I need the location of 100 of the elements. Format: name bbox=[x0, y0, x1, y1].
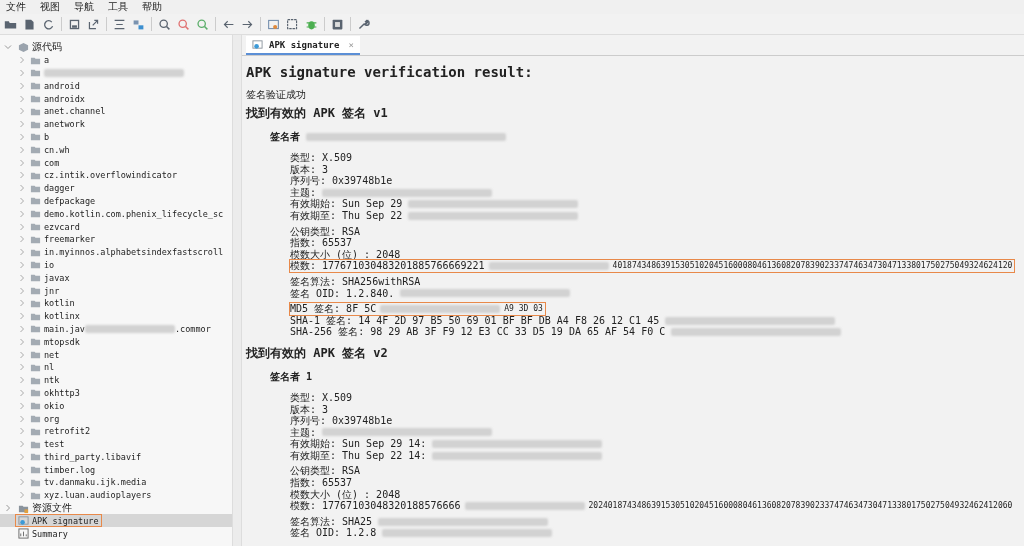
section-heading: 找到有效的 APK 签名 v2 bbox=[246, 344, 389, 362]
folder-icon bbox=[30, 157, 41, 169]
code-icon[interactable] bbox=[267, 17, 280, 31]
result-title: APK signature verification result: bbox=[246, 64, 534, 80]
tree-item[interactable]: cz.intik.overflowindicator bbox=[0, 168, 232, 182]
tree-item[interactable]: kotlinx bbox=[0, 309, 232, 323]
detail-text: 签名 OID: 1.2.840. bbox=[290, 287, 395, 300]
certificate-icon bbox=[252, 39, 263, 50]
tree-item[interactable]: test bbox=[0, 437, 232, 451]
folder-icon bbox=[30, 349, 41, 360]
menu-item[interactable]: 帮助 bbox=[142, 0, 162, 14]
tree-item[interactable]: main.jav .commor bbox=[0, 322, 232, 336]
tree-item[interactable]: timber.log bbox=[0, 463, 232, 477]
detail-text: 有效期始: Sun Sep 29 14: bbox=[290, 438, 427, 450]
tree-item[interactable]: javax bbox=[0, 271, 232, 285]
detail-text: 模数: 17767103048320188576666 bbox=[290, 500, 461, 512]
detail-text: 40187434863915305102045160008046136082078390233747463473047133801750275049324624120 bbox=[612, 260, 1013, 272]
tree-item[interactable]: org bbox=[0, 412, 232, 425]
detail-text: 公钥类型: RSA bbox=[290, 225, 361, 237]
tree-item[interactable]: androidx bbox=[0, 92, 232, 105]
file-icon[interactable] bbox=[23, 17, 36, 31]
detail-text: 模数大小 (位) : 2048 bbox=[290, 248, 401, 261]
folder-icon bbox=[30, 131, 41, 143]
search-icon[interactable] bbox=[158, 17, 171, 31]
tree-item[interactable]: retrofit2 bbox=[0, 424, 232, 438]
search-icon[interactable] bbox=[196, 17, 209, 31]
tree-item[interactable]: APK signature bbox=[0, 514, 232, 528]
save-icon[interactable] bbox=[68, 17, 81, 31]
folder-icon bbox=[30, 208, 41, 220]
detail-text: 序列号: 0x39748b1e bbox=[290, 415, 393, 427]
detail-text: SHA-256 签名: 98 29 AB 3F F9 12 E3 CC 33 D5 19 DA 65 AF 54 F0 C bbox=[290, 326, 666, 338]
tree-item[interactable]: in.myinnos.alphabetsindexfastscroll bbox=[0, 245, 232, 259]
tree-item[interactable]: demo.kotlin.com.phenix_lifecycle_sc bbox=[0, 207, 232, 221]
tree-item[interactable]: defpackage bbox=[0, 194, 232, 208]
folder-icon bbox=[30, 413, 41, 424]
folder-icon bbox=[30, 451, 41, 463]
detail-text: 公钥类型: RSA bbox=[290, 465, 361, 478]
detail-text: 2024018743486391530510204516000804613608207839023374746347304713380175027504932462412060 bbox=[588, 500, 1013, 512]
menu-item[interactable]: 视图 bbox=[40, 0, 60, 14]
section-heading: 找到有效的 APK 签名 v1 bbox=[246, 105, 389, 122]
tree-item[interactable]: anet.channel bbox=[0, 105, 232, 118]
tree-item[interactable]: tv.danmaku.ijk.media bbox=[0, 476, 232, 489]
tree-item[interactable]: third_party.libavif bbox=[0, 450, 232, 464]
detail-text: 签名 OID: 1.2.8 bbox=[290, 527, 377, 540]
tree-item[interactable]: a bbox=[0, 53, 232, 67]
tree-item[interactable]: net bbox=[0, 348, 232, 361]
detail-text: MD5 签名: 8F 5C bbox=[290, 303, 377, 315]
detail-text: 有效期至: Thu Sep 22 bbox=[290, 209, 403, 222]
refresh-icon[interactable] bbox=[42, 17, 55, 31]
menu-item[interactable]: 导航 bbox=[74, 0, 94, 14]
tree-item[interactable]: android bbox=[0, 79, 232, 93]
detail-text: 版本: 3 bbox=[290, 163, 329, 175]
menu-item[interactable]: 工具 bbox=[108, 0, 128, 14]
tree-item[interactable]: cn.wh bbox=[0, 143, 232, 157]
stop-icon[interactable] bbox=[331, 17, 344, 31]
tree-item[interactable]: io bbox=[0, 258, 232, 272]
tree-item[interactable]: Summary bbox=[0, 527, 232, 541]
detail-text: 签名算法: SHA256withRSA bbox=[290, 275, 421, 288]
tree-item[interactable]: ntk bbox=[0, 373, 232, 387]
signer-label: 签名者 1 bbox=[270, 369, 313, 384]
tree-item[interactable]: dagger bbox=[0, 181, 232, 195]
folder-icon bbox=[30, 195, 41, 207]
folder-icon bbox=[30, 93, 41, 105]
search-icon[interactable] bbox=[177, 17, 190, 31]
select-icon[interactable] bbox=[286, 17, 299, 31]
tree-item[interactable]: okhttp3 bbox=[0, 386, 232, 400]
folder-icon bbox=[30, 285, 41, 297]
highlight-box: APK signature bbox=[16, 515, 101, 527]
tree-item[interactable]: 源代码 bbox=[0, 41, 232, 54]
tree-item[interactable]: anetwork bbox=[0, 117, 232, 131]
detail-text: 有效期至: Thu Sep 22 14: bbox=[290, 449, 427, 462]
tree-item[interactable]: xyz.luan.audioplayers bbox=[0, 488, 232, 502]
detail-text: 版本: 3 bbox=[290, 403, 329, 415]
detail-text: 主题: bbox=[290, 186, 317, 198]
detail-text: 模数: 177671030483201885766669221 bbox=[290, 260, 485, 272]
tree-item[interactable]: kotlin bbox=[0, 296, 232, 310]
detail-text: 序列号: 0x39748b1e bbox=[290, 175, 393, 187]
tree-item[interactable]: okio bbox=[0, 399, 232, 413]
tree-item[interactable]: 资源文件 bbox=[0, 501, 232, 515]
tree-item[interactable]: ezvcard bbox=[0, 220, 232, 233]
detail-text: 类型: X.509 bbox=[290, 152, 353, 164]
detail-text: 签名算法: SHA25 bbox=[290, 515, 373, 528]
tree-item[interactable]: freemarker bbox=[0, 232, 232, 246]
editor-tab[interactable]: APK signature × bbox=[246, 36, 360, 55]
chart-icon bbox=[18, 528, 29, 540]
tree-item[interactable]: b bbox=[0, 130, 232, 144]
folder-icon bbox=[30, 464, 41, 476]
folder-icon bbox=[30, 67, 41, 79]
certificate-icon bbox=[18, 515, 29, 527]
tree-item[interactable]: jnr bbox=[0, 284, 232, 297]
folder-icon bbox=[30, 80, 41, 92]
wrench-icon[interactable] bbox=[357, 17, 370, 31]
detail-text: SHA-1 签名: 14 4F 2D 97 B5 50 69 01 BF BF DB A4 F8 26 12 C1 45 bbox=[290, 314, 660, 327]
tree-item[interactable]: com bbox=[0, 156, 232, 169]
wrap-icon[interactable] bbox=[113, 17, 126, 31]
menu-item[interactable]: 文件 bbox=[6, 0, 26, 14]
tree-item[interactable]: nl bbox=[0, 360, 232, 374]
export-icon[interactable] bbox=[87, 17, 100, 31]
tree-icon[interactable] bbox=[132, 17, 145, 31]
tree-item[interactable]: mtopsdk bbox=[0, 335, 232, 349]
